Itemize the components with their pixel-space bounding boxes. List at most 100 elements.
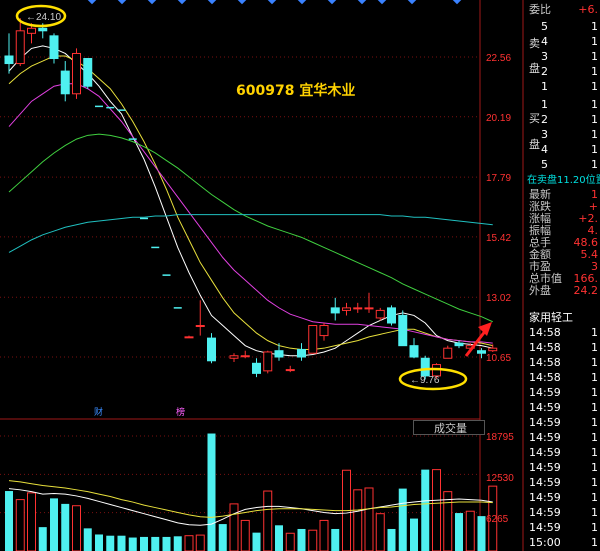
sell-level-2: 21 (541, 65, 598, 78)
candle (398, 310, 408, 347)
volume-bar (128, 537, 137, 551)
candle (263, 350, 273, 374)
candle (83, 58, 93, 89)
price-tick: 20.19 (486, 113, 511, 124)
price-tick: 10.65 (486, 353, 511, 364)
tick-row: 15:00 1 (525, 536, 600, 550)
tick-time: 14:59 (529, 416, 561, 429)
quote-panel: 委比 +6. 卖 盘 51 41 31 21 11 买 盘 11 21 31 4… (525, 0, 600, 551)
tick-row: 14:58 1 (525, 326, 600, 340)
sell-level-5: 51 (541, 20, 598, 33)
volume-bar (240, 519, 250, 551)
weibi-label: 委比 (529, 3, 551, 16)
volume-bar (95, 534, 103, 551)
volume-bar (162, 536, 171, 551)
tick-value: 1 (591, 446, 598, 459)
buy-level-5: 51 (541, 158, 598, 171)
volume-bar (38, 527, 47, 551)
volume-bar (331, 528, 340, 551)
candle (387, 305, 396, 326)
tick-value: 1 (591, 416, 598, 429)
volume-bar (308, 529, 318, 551)
quote-value: 24.2 (573, 284, 599, 297)
marker-bang: 榜 (176, 406, 185, 418)
tick-time: 14:59 (529, 386, 561, 399)
buy-level-3: 31 (541, 128, 598, 141)
stock-code: 600978 (236, 83, 294, 99)
volume-bar (364, 487, 374, 551)
tick-time: 14:58 (529, 371, 561, 384)
chart-canvas: 22.56 20.19 17.79 15.42 13.02 10.65 1879… (0, 0, 600, 551)
weibi-value: +6. (578, 3, 598, 16)
weibi-row: 委比 +6. (525, 3, 600, 17)
volume-bar (72, 505, 81, 551)
tick-row: 14:59 1 (525, 506, 600, 520)
volume-tick: 6265 (486, 514, 509, 525)
volume-bar (83, 528, 92, 551)
volume-bar (252, 532, 261, 551)
volume-bar (207, 433, 216, 551)
tick-row: 14:59 1 (525, 386, 600, 400)
volume-bar (15, 499, 25, 551)
price-tick: 17.79 (486, 173, 511, 184)
marker-cai: 财 (94, 406, 103, 418)
tick-value: 1 (591, 401, 598, 414)
tick-time: 14:59 (529, 476, 561, 489)
candle (308, 325, 318, 354)
volume-bar (398, 488, 407, 551)
tick-row: 14:59 1 (525, 476, 600, 490)
volume-bar (432, 469, 441, 551)
tick-row: 14:59 1 (525, 461, 600, 475)
tick-value: 1 (591, 506, 598, 519)
volume-bar (117, 535, 126, 551)
volume-bar (421, 469, 430, 551)
high-price-label: ←24.10 (26, 12, 61, 23)
volume-bar (297, 528, 306, 551)
tick-row: 14:59 1 (525, 431, 600, 445)
candle (72, 48, 81, 99)
tick-value: 1 (591, 386, 598, 399)
volume-bar (151, 536, 160, 551)
tick-row: 14:58 1 (525, 341, 600, 355)
sell-level-1: 11 (541, 80, 598, 93)
volume-indicator-select[interactable]: 成交量 (413, 420, 485, 435)
stock-title: 600978 宜华木业 (236, 82, 355, 99)
tick-value: 1 (591, 476, 598, 489)
sell-level-4: 41 (541, 35, 598, 48)
volume-bar (319, 519, 329, 551)
price-tick: 15.42 (486, 233, 511, 244)
tick-value: 1 (591, 521, 598, 534)
volume-bar (285, 532, 295, 551)
volume-bar (465, 510, 475, 551)
volume-bar (263, 490, 273, 551)
price-tick: 13.02 (486, 293, 511, 304)
volume-bar (184, 535, 194, 551)
tick-row: 14:59 1 (525, 491, 600, 505)
quote-row: 外盘 24.2 (525, 284, 600, 298)
volume-tick: 18795 (486, 432, 514, 443)
volume-bar (218, 524, 227, 551)
volume-bar (106, 535, 115, 551)
tick-value: 1 (591, 491, 598, 504)
tick-row: 14:59 1 (525, 401, 600, 415)
tick-time: 14:59 (529, 506, 561, 519)
price-tick: 22.56 (486, 53, 511, 64)
stock-name: 宜华木业 (299, 82, 355, 99)
volume-bar (50, 498, 58, 551)
volume-bar (477, 516, 486, 551)
tick-row: 14:58 1 (525, 371, 600, 385)
tick-time: 14:58 (529, 341, 561, 354)
tick-time: 14:59 (529, 431, 561, 444)
tick-time: 14:59 (529, 521, 561, 534)
tick-value: 1 (591, 326, 598, 339)
tick-value: 1 (591, 536, 598, 549)
volume-bar (140, 536, 148, 551)
tick-value: 1 (591, 461, 598, 474)
low-price-label: ←9.76 (410, 375, 440, 386)
volume-bar (455, 513, 463, 551)
tick-row: 14:59 1 (525, 446, 600, 460)
tick-row: 14:59 1 (525, 521, 600, 535)
volume-bar (375, 513, 385, 551)
volume-bar (195, 534, 205, 551)
volume-bar (410, 518, 418, 551)
